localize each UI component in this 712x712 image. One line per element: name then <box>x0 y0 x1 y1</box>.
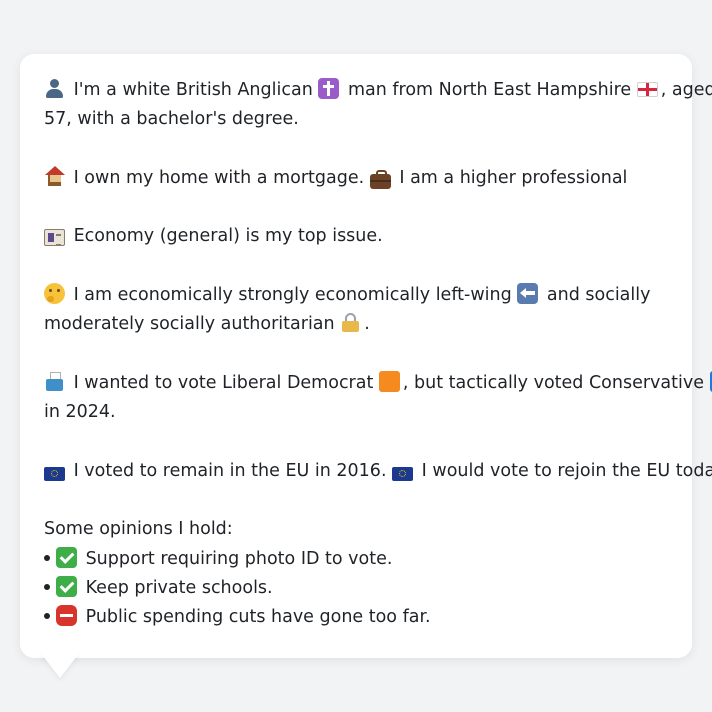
age-education-text: 57, with a bachelor's degree. <box>44 109 299 130</box>
lock-icon <box>340 312 361 333</box>
vote-year-text: in 2024. <box>44 402 116 423</box>
stop-sign-icon <box>56 605 77 627</box>
opinion-item: Support requiring photo ID to vote. <box>44 545 668 574</box>
speech-bubble-tail <box>40 652 80 678</box>
home-job-line: I own my home with a mortgage. I am a hi… <box>44 164 668 193</box>
thinking-face-icon <box>44 283 65 305</box>
location-text: man from North East Hampshire <box>347 80 632 100</box>
bullet-icon <box>44 554 50 561</box>
issue-text: Economy (general) is my top issue. <box>73 226 383 247</box>
job-text: I am a higher professional <box>399 167 628 188</box>
identity-line-continued: 57, with a bachelor's degree. <box>44 105 668 134</box>
bullet-icon <box>44 584 50 591</box>
eu-remain-text: I voted to remain in the EU in 2016. <box>73 460 387 481</box>
user-icon <box>44 78 65 99</box>
ideology-line-continued: moderately socially authoritarian . <box>44 310 668 339</box>
opinion-text: Public spending cuts have gone too far. <box>85 607 431 628</box>
vote-line-continued: in 2024. <box>44 398 668 427</box>
orange-square-icon <box>378 370 400 392</box>
england-flag-icon <box>636 82 658 97</box>
house-icon <box>44 165 65 187</box>
check-icon <box>56 546 77 568</box>
newspaper-icon <box>44 229 65 247</box>
opinion-item: Keep private schools. <box>44 574 668 603</box>
opinion-item: Public spending cuts have gone too far. <box>44 603 668 632</box>
issue-line: Economy (general) is my top issue. <box>44 222 668 251</box>
ideology-line: I am economically strongly economically … <box>44 281 668 310</box>
social-ideology-prefix-text: and socially <box>546 285 651 306</box>
tactical-vote-text: , but tactically voted Conservative <box>402 372 704 393</box>
social-ideology-text: moderately socially authoritarian <box>44 314 335 335</box>
ballot-box-icon <box>44 371 65 392</box>
profile-card: I'm a white British Anglican man from No… <box>20 54 712 658</box>
home-text: I own my home with a mortgage. <box>73 167 365 188</box>
latin-cross-icon <box>318 78 340 99</box>
eu-flag-icon <box>44 466 65 481</box>
eu-line: I voted to remain in the EU in 2016. I w… <box>44 457 712 486</box>
eu-flag-icon <box>392 466 414 481</box>
briefcase-icon <box>369 169 391 189</box>
identity-text: I'm a white British Anglican <box>73 80 313 100</box>
check-icon <box>56 576 77 598</box>
opinion-text: Keep private schools. <box>85 578 273 599</box>
vote-line: I wanted to vote Liberal Democrat , but … <box>44 369 712 398</box>
opinions-heading: Some opinions I hold: <box>44 519 233 540</box>
bullet-icon <box>44 613 50 620</box>
economic-ideology-text: I am economically strongly economically … <box>73 285 512 306</box>
age-prefix-text: , aged <box>660 80 712 100</box>
ideology-period-text: . <box>364 314 370 335</box>
opinion-text: Support requiring photo ID to vote. <box>85 548 393 569</box>
left-arrow-icon <box>517 283 539 305</box>
eu-rejoin-text: I would vote to rejoin the EU today. <box>421 460 712 481</box>
identity-line: I'm a white British Anglican man from No… <box>44 76 712 105</box>
intended-vote-text: I wanted to vote Liberal Democrat <box>73 372 374 393</box>
